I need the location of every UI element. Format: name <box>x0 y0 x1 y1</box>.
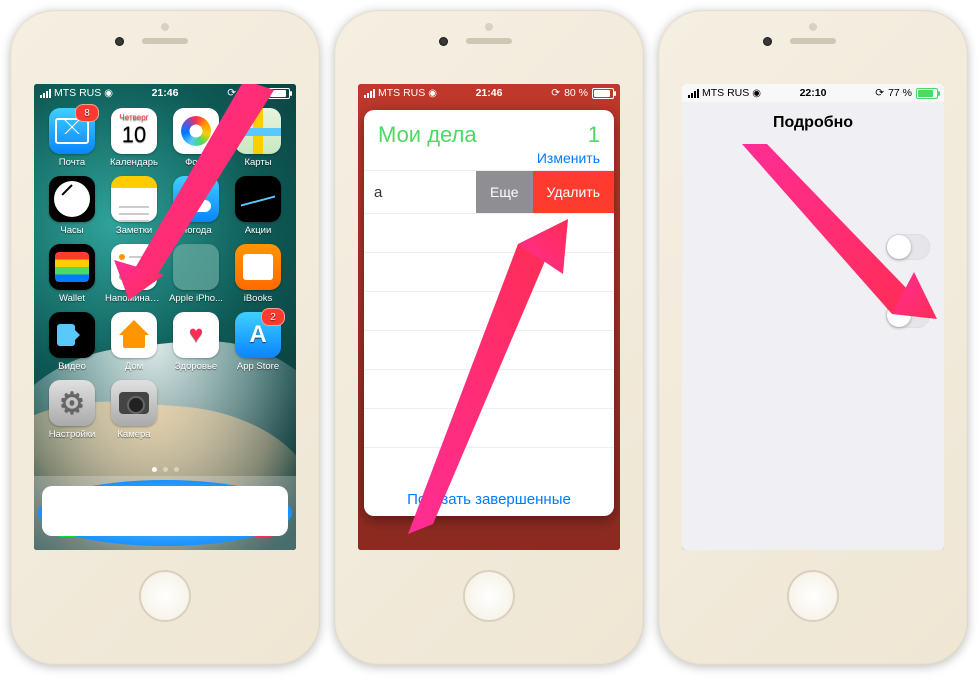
page-indicator[interactable] <box>34 467 296 472</box>
app-notes[interactable]: Заметки <box>106 176 162 236</box>
nav-title: Подробно <box>773 114 853 132</box>
app-ibooks[interactable]: iBooks <box>230 244 286 304</box>
home-button[interactable] <box>787 570 839 622</box>
status-time: 21:46 <box>152 87 179 99</box>
app-weather[interactable]: Погода <box>168 176 224 236</box>
app-clock[interactable]: Часы <box>44 176 100 236</box>
app-wallet[interactable]: Wallet <box>44 244 100 304</box>
status-bar: MTS RUS◉ 22:10 ⟳77 % <box>682 84 944 102</box>
carrier-label: MTS RUS <box>54 87 101 99</box>
app-videos[interactable]: Видео <box>44 312 100 372</box>
reminders-card: 1 Мои дела Изменить а Еще Удалить Показа… <box>364 110 614 516</box>
battery-pct: 80 % <box>240 87 264 99</box>
reminder-row[interactable]: а Еще Удалить <box>364 170 614 213</box>
reminders-count: 1 <box>588 122 600 148</box>
status-bar: MTS RUS◉ 21:46 ⟳80 % <box>34 84 296 102</box>
app-maps[interactable]: Карты <box>230 108 286 168</box>
app-calendar[interactable]: Четверг10Календарь <box>106 108 162 168</box>
home-button[interactable] <box>139 570 191 622</box>
app-stocks[interactable]: Акции <box>230 176 286 236</box>
status-bar: MTS RUS◉ 21:46 ⟳80 % <box>358 84 620 102</box>
edit-button[interactable]: Изменить <box>378 150 600 166</box>
dock-music[interactable] <box>232 489 280 537</box>
home-grid: 8Почта Четверг10Календарь Фото Карты Час… <box>34 108 296 470</box>
app-mail[interactable]: 8Почта <box>44 108 100 168</box>
app-camera[interactable]: Камера <box>106 380 162 440</box>
more-button[interactable]: Еще <box>476 171 533 213</box>
wifi-icon: ◉ <box>104 88 113 99</box>
reminders-title: Мои дела <box>378 122 477 147</box>
app-photos[interactable]: Фото <box>168 108 224 168</box>
phone-reminder-detail: MTS RUS◉ 22:10 ⟳77 % Подробно Готово Куп… <box>658 10 968 665</box>
app-settings[interactable]: Настройки <box>44 380 100 440</box>
app-appstore[interactable]: 2App Store <box>230 312 286 372</box>
reminder-text: а <box>364 184 476 201</box>
show-completed-button[interactable]: Показать завершенные <box>364 491 614 508</box>
app-folder[interactable]: Apple iPho... <box>168 244 224 304</box>
home-button[interactable] <box>463 570 515 622</box>
remind-location-toggle[interactable] <box>886 302 930 328</box>
app-reminders[interactable]: Напоминания <box>106 244 162 304</box>
phone-home-screen: MTS RUS◉ 21:46 ⟳80 % 8Почта Четверг10Кал… <box>10 10 320 665</box>
phone-reminders-list: MTS RUS◉ 21:46 ⟳80 % 1 Мои дела Изменить… <box>334 10 644 665</box>
app-health[interactable]: Здоровье <box>168 312 224 372</box>
battery-icon <box>268 88 290 99</box>
dock <box>34 476 296 550</box>
app-home[interactable]: Дом <box>106 312 162 372</box>
delete-button[interactable]: Удалить <box>533 171 614 213</box>
remind-day-toggle[interactable] <box>886 234 930 260</box>
